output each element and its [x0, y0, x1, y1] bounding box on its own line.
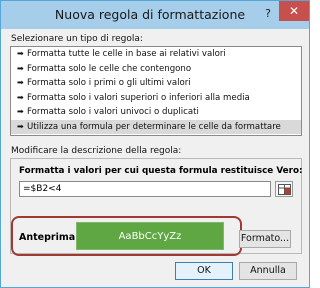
- rule-type-item-label: Formatta solo i valori superiori o infer…: [27, 92, 250, 103]
- right-arrow-icon: ➡: [17, 63, 24, 73]
- right-arrow-icon: ➡: [17, 107, 24, 116]
- rule-type-item-selected[interactable]: ➡ Utilizza una formula per determinare le…: [11, 119, 301, 134]
- ok-button[interactable]: OK: [175, 262, 233, 280]
- rule-type-item[interactable]: ➡ Formatta tutte le celle in base ai rela…: [11, 47, 301, 62]
- rule-type-item[interactable]: ➡ Formatta solo le celle che contengono: [11, 62, 301, 77]
- dialog-title: Nuova regola di formattazione: [54, 7, 246, 22]
- range-collapse-button[interactable]: [275, 181, 293, 197]
- right-arrow-icon: ➡: [17, 49, 24, 58]
- right-arrow-icon: ➡: [17, 92, 24, 102]
- formula-input[interactable]: =$B2<4: [19, 181, 271, 197]
- dialog-window: Nuova regola di formattazione ? ✕ Selezi…: [0, 0, 310, 288]
- rule-type-item-label: Formatta tutte le celle in base ai relat…: [27, 49, 226, 59]
- rule-type-item[interactable]: ➡ Formatta solo i valori univoci o duplic…: [11, 105, 301, 120]
- rule-type-item[interactable]: ➡ Formatta solo i valori superiori o infe…: [11, 91, 301, 106]
- help-button[interactable]: ?: [257, 5, 279, 23]
- rule-type-item-label: Utilizza una formula per determinare le …: [27, 121, 281, 132]
- rule-type-label: Selezionare un tipo di regola:: [11, 34, 143, 44]
- right-arrow-icon: ➡: [17, 121, 24, 131]
- format-button[interactable]: Formato...: [239, 230, 291, 248]
- rule-description-label: Modificare la descrizione della regola:: [11, 146, 182, 156]
- rule-type-list[interactable]: ➡ Formatta tutte le celle in base ai rela…: [10, 46, 302, 136]
- right-arrow-icon: ➡: [17, 78, 24, 87]
- cancel-button[interactable]: Annulla: [239, 262, 297, 280]
- formula-label: Formatta i valori per cui questa formula…: [19, 166, 303, 176]
- preview-sample: AaBbCcYyZz: [76, 222, 224, 250]
- rule-type-item-label: Formatta solo i valori univoci o duplica…: [27, 107, 199, 117]
- rule-type-item[interactable]: ➡ Formatta solo i primi o gli ultimi valo…: [11, 76, 301, 91]
- range-collapse-icon: [278, 184, 291, 195]
- preview-label: Anteprima:: [19, 232, 79, 243]
- rule-type-item-label: Formatta solo le celle che contengono: [27, 63, 192, 74]
- close-button[interactable]: ✕: [279, 1, 309, 21]
- rule-type-item-label: Formatta solo i primi o gli ultimi valor…: [27, 78, 191, 88]
- title-bar: Nuova regola di formattazione ? ✕: [1, 1, 309, 29]
